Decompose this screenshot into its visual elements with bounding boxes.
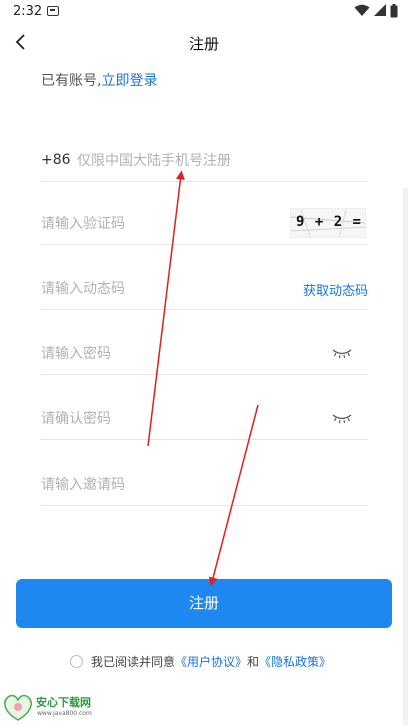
watermark: 安心下载网 www.java800.com: [0, 690, 120, 725]
scrollbar[interactable]: [403, 188, 408, 725]
invite-code-input[interactable]: [41, 466, 361, 504]
confirm-password-field: [41, 400, 368, 440]
eye-closed-icon[interactable]: [332, 347, 352, 359]
wifi-icon: [354, 4, 370, 16]
status-bar: 2:32: [0, 0, 408, 26]
invite-code-field: [41, 466, 368, 506]
user-agreement-link[interactable]: 《用户协议》: [175, 655, 247, 669]
captcha-input[interactable]: [41, 205, 271, 243]
sms-code-field: 获取动态码: [41, 270, 368, 310]
confirm-password-input[interactable]: [41, 400, 311, 438]
phone-field: +86: [41, 142, 368, 182]
password-field: [41, 335, 368, 375]
country-code: +86: [41, 152, 71, 168]
watermark-logo-icon: [4, 694, 32, 721]
agreement-text: 我已阅读并同意《用户协议》和《隐私政策》: [91, 653, 331, 670]
captcha-image[interactable]: 9 + 2 =: [290, 208, 366, 238]
agreement-prefix: 我已阅读并同意: [91, 655, 176, 669]
phone-input[interactable]: [77, 142, 357, 180]
captcha-text: 9 + 2 =: [295, 214, 362, 230]
agreement-and: 和: [247, 655, 260, 669]
nav-bar: 注册: [0, 26, 408, 58]
privacy-policy-link[interactable]: 《隐私政策》: [259, 655, 331, 669]
password-input[interactable]: [41, 335, 311, 373]
battery-icon: [390, 4, 398, 18]
sms-code-input[interactable]: [41, 270, 281, 308]
watermark-title: 安心下载网: [36, 696, 91, 709]
has-account-row: 已有账号,立即登录: [41, 70, 157, 90]
agreement-checkbox[interactable]: [70, 655, 83, 668]
get-code-button[interactable]: 获取动态码: [303, 280, 368, 299]
watermark-url: www.java800.com: [37, 710, 92, 717]
login-link[interactable]: 立即登录: [101, 73, 157, 89]
captcha-field: 9 + 2 =: [41, 205, 368, 245]
register-button[interactable]: 注册: [16, 579, 392, 628]
page-title: 注册: [188, 35, 219, 53]
has-account-text: 已有账号,: [41, 73, 102, 89]
status-time: 2:32: [13, 4, 43, 19]
eye-closed-icon[interactable]: [332, 412, 352, 424]
notification-icon: [47, 6, 59, 16]
signal-icon: [374, 4, 386, 16]
